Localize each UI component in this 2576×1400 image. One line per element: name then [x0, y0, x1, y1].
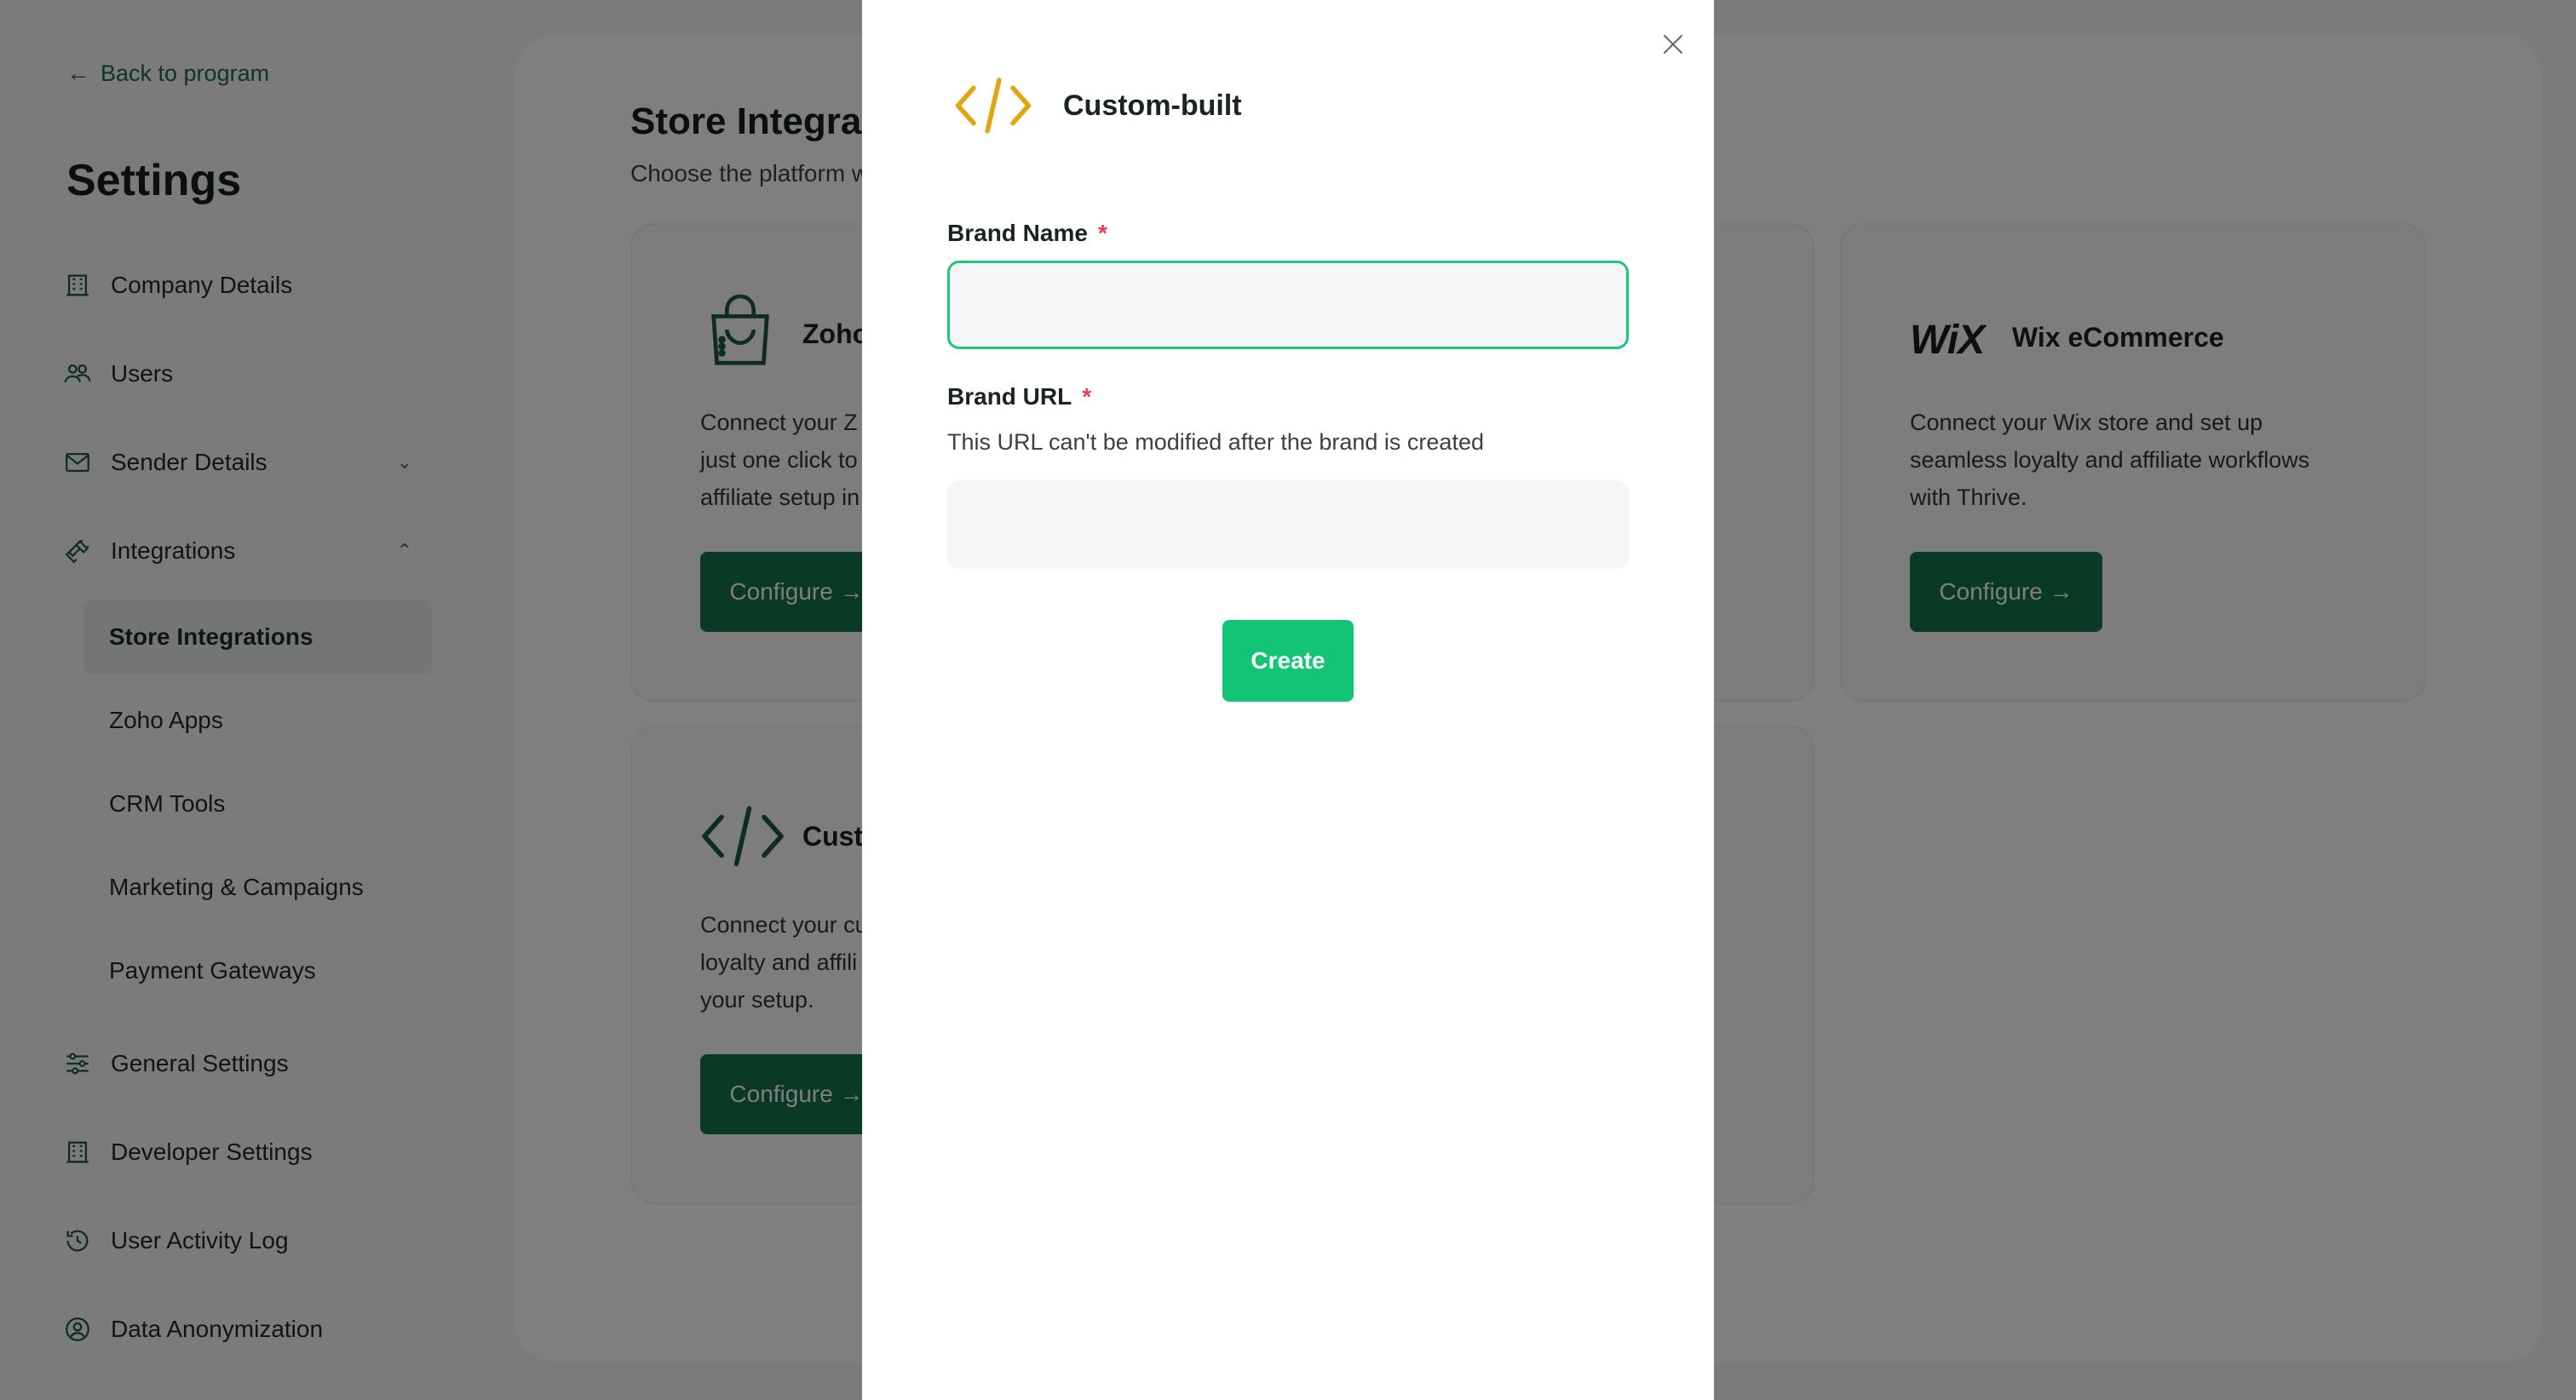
brand-name-input[interactable] [947, 261, 1629, 349]
custom-built-modal: Custom-built Brand Name * Brand URL * This… [862, 0, 1714, 1400]
modal-title: Custom-built [1063, 89, 1242, 122]
code-icon [955, 77, 1032, 134]
modal-header: Custom-built [954, 75, 1242, 136]
required-asterisk: * [1097, 220, 1107, 246]
close-icon[interactable] [1654, 26, 1692, 63]
required-asterisk: * [1082, 383, 1092, 410]
brand-url-label: Brand URL * [947, 383, 1092, 410]
brand-url-hint: This URL can't be modified after the bra… [947, 429, 1484, 455]
brand-url-input[interactable] [947, 480, 1629, 569]
create-button[interactable]: Create [1222, 620, 1354, 702]
brand-name-label: Brand Name * [947, 220, 1107, 246]
